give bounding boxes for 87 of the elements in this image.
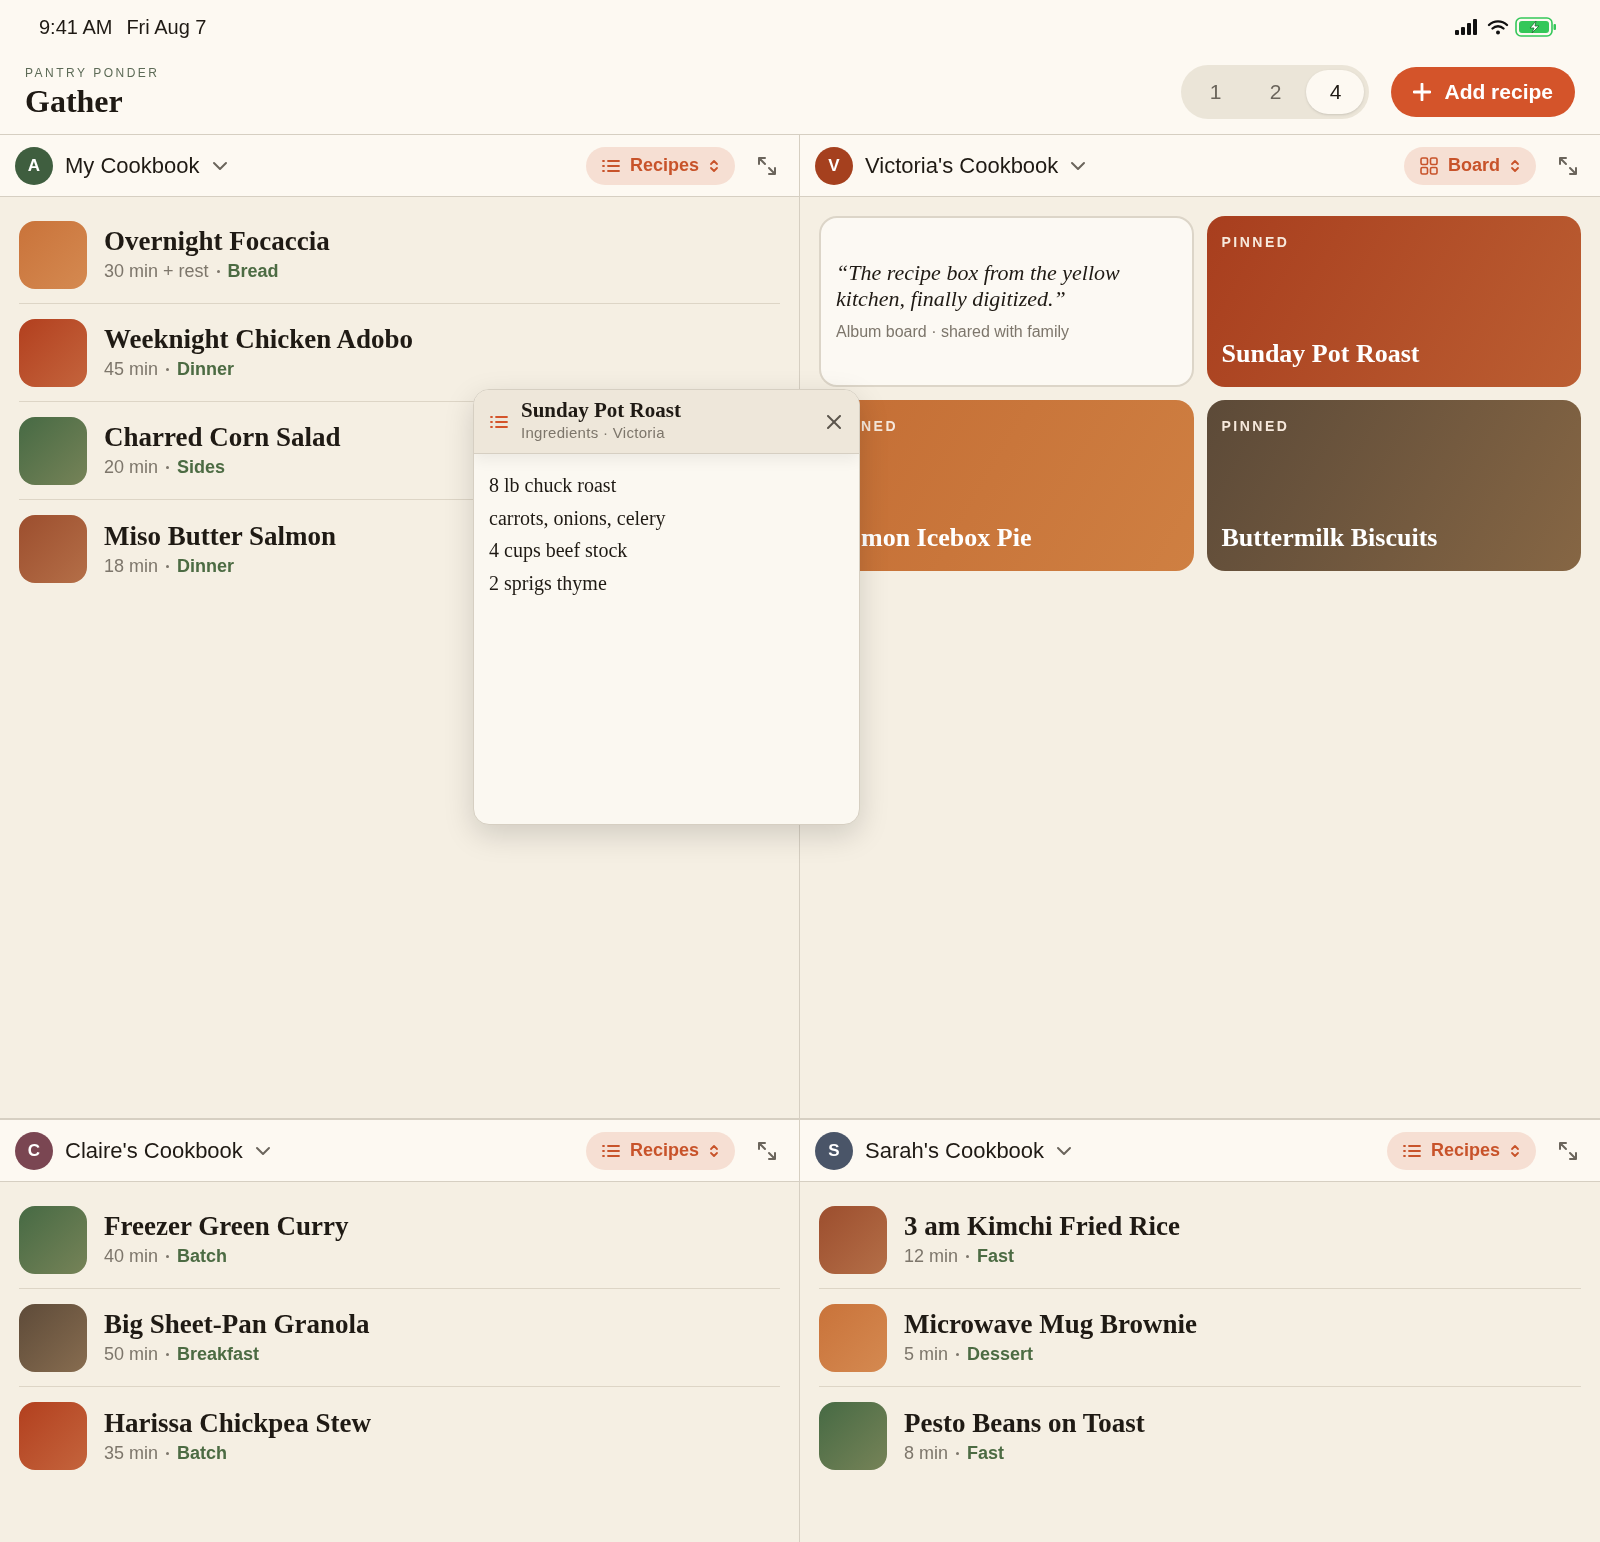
cookbook-selector[interactable]: Sarah's Cookbook	[865, 1134, 1073, 1167]
recipe-time: 35 min	[104, 1441, 159, 1465]
list-icon	[490, 414, 508, 429]
recipe-tag: Dinner	[177, 552, 235, 580]
status-time: 9:41 AM	[39, 15, 113, 40]
recipe-tag: Dessert	[967, 1341, 1034, 1368]
recipe-tag: Dinner	[177, 356, 235, 383]
pinned-recipe-title: Buttermilk Biscuits	[1221, 522, 1439, 554]
avatar: A	[15, 146, 53, 185]
expand-icon[interactable]	[1558, 1140, 1578, 1161]
recipe-time: 18 min	[104, 554, 159, 578]
cookbook-selector[interactable]: My Cookbook	[65, 149, 228, 182]
list-icon	[601, 158, 620, 173]
view-picker[interactable]: Recipes	[585, 146, 735, 185]
chevron-down-icon	[1070, 160, 1087, 171]
recipe-tag: Breakfast	[177, 1341, 260, 1368]
list-icon	[1402, 1143, 1421, 1158]
expand-icon[interactable]	[1558, 155, 1578, 176]
popover-subtitle: Ingredients · Victoria	[521, 423, 666, 444]
pinned-label: PINNED	[1221, 233, 1291, 252]
pinned-recipe-card[interactable]: PINNED Sunday Pot Roast	[1206, 216, 1581, 387]
ingredient-item: 4 cups beef stock	[489, 538, 629, 564]
ingredient-item: carrots, onions, celery	[489, 505, 667, 532]
recipe-title: Weeknight Chicken Adobo	[104, 323, 414, 356]
popover-title: Sunday Pot Roast	[521, 398, 682, 423]
layout-option[interactable]: 1	[1186, 70, 1245, 114]
chevron-down-icon	[1056, 1145, 1073, 1156]
recipe-title: Big Sheet-Pan Granola	[104, 1308, 370, 1341]
album-caption: Album board · shared with family	[836, 322, 1070, 342]
recipe-tag: Sides	[177, 454, 226, 481]
recipe-tag: Batch	[177, 1243, 228, 1270]
pinned-recipe-card[interactable]: PINNED Buttermilk Biscuits	[1206, 400, 1581, 571]
chevron-down-icon	[254, 1145, 271, 1156]
plus-icon	[1413, 83, 1432, 101]
ingredient-item: 8 lb chuck roast	[489, 473, 618, 498]
up-down-chevron-icon	[709, 158, 719, 173]
recipe-time: 12 min	[904, 1245, 959, 1268]
recipe-title: Miso Butter Salmon	[104, 519, 336, 553]
expand-icon[interactable]	[757, 155, 777, 176]
avatar: C	[15, 1131, 53, 1170]
status-date: Fri Aug 7	[126, 15, 207, 40]
recipe-tag: Fast	[967, 1439, 1005, 1467]
app-eyebrow: PANTRY PONDER	[25, 65, 160, 82]
recipe-title: 3 am Kimchi Fried Rice	[904, 1210, 1180, 1243]
wifi-icon	[1487, 19, 1509, 35]
battery-icon	[1515, 17, 1557, 37]
app-title: Gather	[25, 82, 124, 120]
view-picker[interactable]: Board	[1404, 146, 1536, 185]
layout-option[interactable]: 4	[1306, 70, 1365, 114]
recipe-time: 5 min	[904, 1343, 948, 1366]
pinned-recipe-title: Sunday Pot Roast	[1221, 338, 1421, 370]
up-down-chevron-icon	[1510, 1143, 1520, 1158]
up-down-chevron-icon	[709, 1143, 719, 1158]
cookbook-selector[interactable]: Claire's Cookbook	[65, 1134, 271, 1167]
recipe-time: 45 min	[104, 358, 159, 381]
up-down-chevron-icon	[1510, 158, 1520, 173]
recipe-tag: Fast	[977, 1243, 1015, 1270]
pinned-label: NED	[861, 417, 900, 436]
recipe-title: Harissa Chickpea Stew	[104, 1406, 371, 1440]
avatar: S	[815, 1131, 853, 1170]
grid-icon	[1420, 156, 1438, 175]
recipe-title: Freezer Green Curry	[104, 1210, 349, 1243]
chevron-down-icon	[211, 160, 228, 171]
recipe-time: 40 min	[104, 1245, 159, 1268]
pinned-label: PINNED	[1221, 417, 1291, 436]
ingredient-item: 2 sprigs thyme	[489, 570, 608, 597]
pinned-recipe-title: mon Icebox Pie	[861, 522, 1033, 554]
recipe-title: Pesto Beans on Toast	[904, 1406, 1145, 1440]
add-recipe-button[interactable]: Add recipe	[1391, 67, 1575, 117]
recipe-tag: Batch	[177, 1439, 228, 1467]
recipe-time: 30 min + rest	[104, 260, 209, 283]
cookbook-selector[interactable]: Victoria's Cookbook	[865, 149, 1087, 182]
recipe-time: 20 min	[104, 456, 159, 479]
view-picker[interactable]: Recipes	[585, 1131, 735, 1170]
close-icon[interactable]	[827, 414, 841, 429]
recipe-title: Charred Corn Salad	[104, 421, 341, 454]
recipe-time: 50 min	[104, 1343, 159, 1366]
recipe-time: 8 min	[904, 1441, 948, 1465]
view-picker[interactable]: Recipes	[1386, 1131, 1536, 1170]
list-icon	[601, 1143, 620, 1158]
recipe-title: Overnight Focaccia	[104, 225, 330, 258]
expand-icon[interactable]	[757, 1140, 777, 1161]
recipe-tag: Bread	[227, 258, 279, 285]
avatar: V	[815, 146, 853, 185]
recipe-title: Microwave Mug Brownie	[904, 1308, 1197, 1341]
album-quote: “The recipe box from the yellow kitchen, finally digitized.”	[836, 260, 1121, 312]
layout-option[interactable]: 2	[1246, 70, 1305, 114]
